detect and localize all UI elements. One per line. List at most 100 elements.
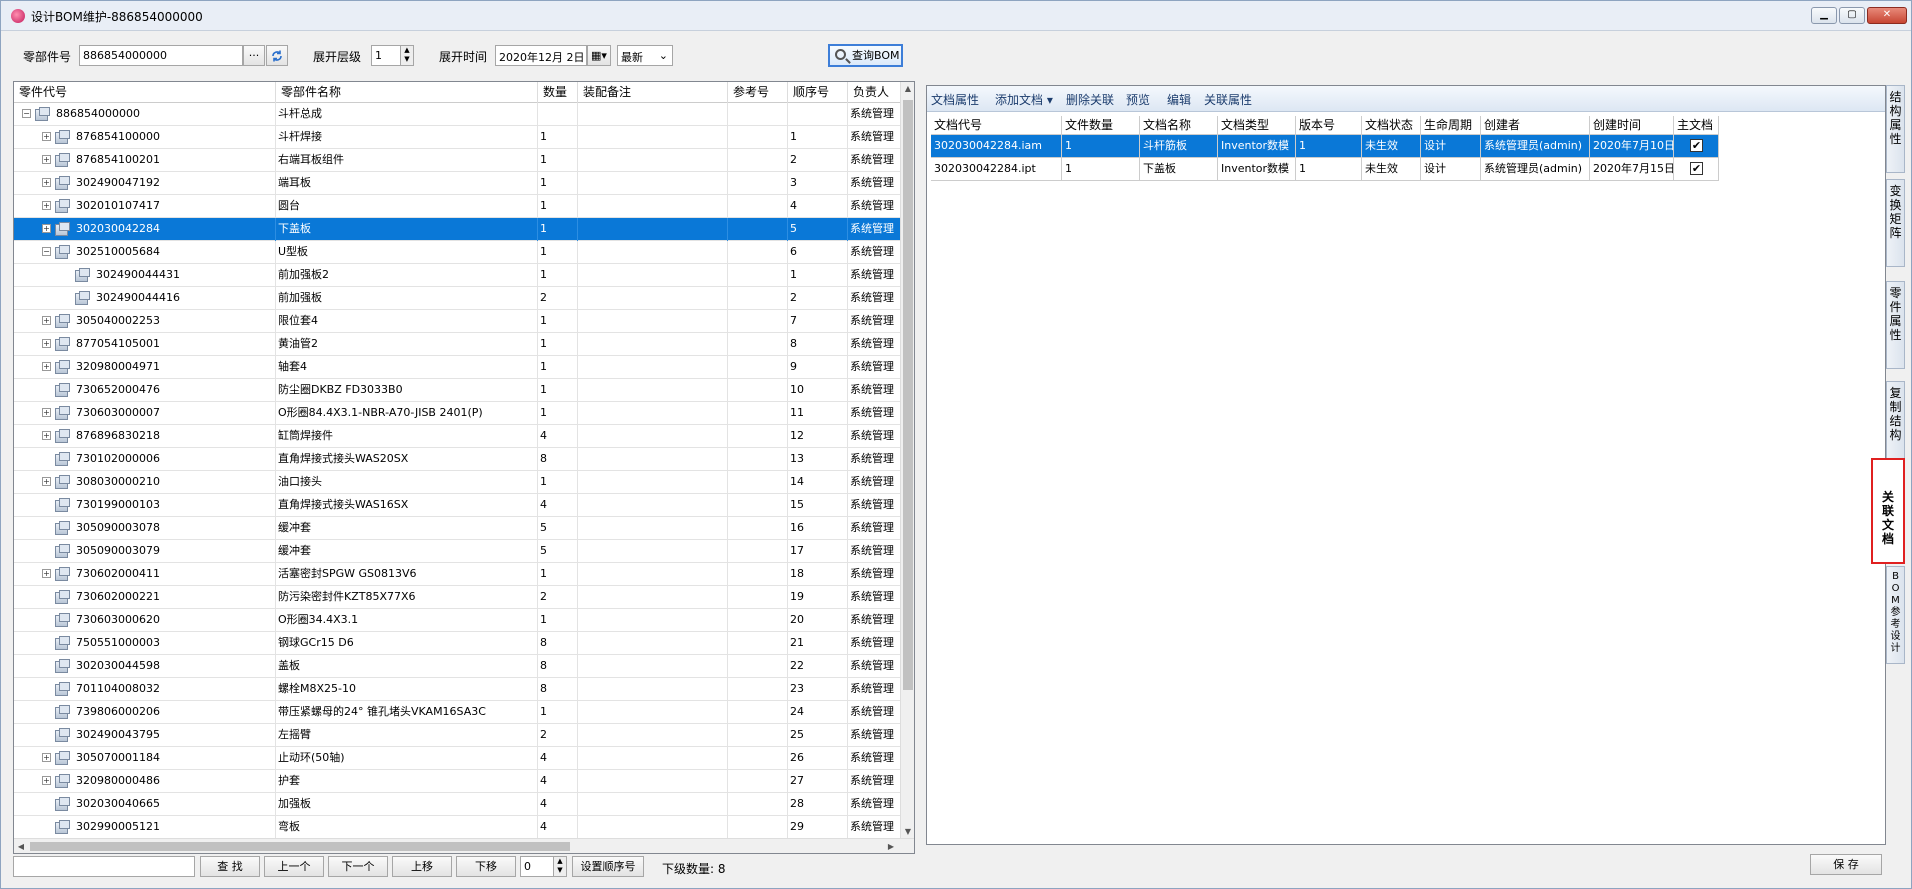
seq-input[interactable]: 0 [520, 856, 554, 877]
main-doc-checkbox[interactable]: ✔ [1690, 139, 1703, 152]
tree-row[interactable]: +320980000486 护套 4 27 系统管理 [14, 770, 902, 793]
tree-row[interactable]: − 302510005684 U型板 1 6 系统管理 [14, 241, 902, 264]
browse-button[interactable]: ··· [243, 45, 265, 66]
tab-structure-properties[interactable]: 结构属性 [1886, 85, 1905, 173]
query-bom-button[interactable]: 查询BOM [828, 44, 903, 67]
set-seq-button[interactable]: 设置顺序号 [572, 856, 644, 877]
tree-row[interactable]: 739806000206 带压紧螺母的24° 锥孔堵头VKAM16SA3C 1 24 系… [14, 701, 902, 724]
expand-icon[interactable]: + [42, 477, 51, 486]
collapse-icon[interactable]: − [22, 109, 31, 118]
tree-row[interactable]: 730199000103 直角焊接式接头WAS16SX 4 15 系统管理 [14, 494, 902, 517]
maximize-button[interactable]: ▢ [1839, 7, 1865, 24]
tree-row[interactable]: 302490044416 前加强板 2 2 系统管理 [14, 287, 902, 310]
tree-row[interactable]: +876854100201 右端耳板组件 1 2 系统管理 [14, 149, 902, 172]
preview-button[interactable]: 预览 [1126, 91, 1150, 108]
tree-row[interactable]: +877054105001 黄油管2 1 8 系统管理 [14, 333, 902, 356]
hscroll-thumb[interactable] [30, 842, 570, 851]
scroll-thumb[interactable] [903, 100, 913, 690]
expand-icon[interactable]: + [42, 155, 51, 164]
tree-row[interactable]: +302030042284 下盖板 1 5 系统管理 [14, 218, 902, 241]
tab-copy-structure[interactable]: 复制结构 [1886, 381, 1905, 461]
col-assembly-note[interactable]: 装配备注 [578, 82, 728, 103]
col-main-doc[interactable]: 主文档 [1674, 116, 1719, 135]
find-button[interactable]: 查 找 [200, 856, 260, 877]
expand-time-input[interactable]: 2020年12月 2日 [495, 45, 587, 66]
expand-icon[interactable]: + [42, 316, 51, 325]
expand-icon[interactable]: + [42, 569, 51, 578]
doc-row[interactable]: 302030042284.iam 1 斗杆筋板 Inventor数模 1 未生效 设计 系统管… [931, 135, 1719, 158]
tree-row[interactable]: 302490044431 前加强板2 1 1 系统管理 [14, 264, 902, 287]
expand-icon[interactable]: + [42, 132, 51, 141]
tree-row[interactable]: 305090003078 缓冲套 5 16 系统管理 [14, 517, 902, 540]
col-create-time[interactable]: 创建时间 [1590, 116, 1674, 135]
col-owner[interactable]: 负责人 [848, 82, 902, 103]
expand-level-input[interactable]: 1 [371, 45, 401, 66]
col-seq[interactable]: 顺序号 [788, 82, 848, 103]
tree-row[interactable]: 730652000476 防尘圈DKBZ FD3033B0 1 10 系统管理 [14, 379, 902, 402]
col-lifecycle[interactable]: 生命周期 [1421, 116, 1481, 135]
tree-row[interactable]: 750551000003 钢球GCr15 D6 8 21 系统管理 [14, 632, 902, 655]
tree-row[interactable]: 302030040665 加强板 4 28 系统管理 [14, 793, 902, 816]
close-button[interactable]: ✕ [1867, 7, 1907, 24]
save-button[interactable]: 保 存 [1810, 854, 1882, 875]
version-select[interactable]: 最新 ⌄ [617, 45, 673, 66]
minimize-button[interactable]: ▁ [1811, 7, 1837, 24]
remove-link-button[interactable]: 删除关联 [1066, 91, 1114, 108]
scroll-up-icon[interactable]: ▲ [901, 82, 914, 96]
scroll-down-icon[interactable]: ▼ [901, 825, 914, 839]
vertical-scrollbar[interactable]: ▲ ▼ [900, 82, 914, 839]
prev-button[interactable]: 上一个 [264, 856, 324, 877]
tab-bom-reference-design[interactable]: BOM参考设计 [1886, 566, 1905, 664]
col-creator[interactable]: 创建者 [1481, 116, 1590, 135]
expand-icon[interactable]: + [42, 431, 51, 440]
col-qty[interactable]: 数量 [538, 82, 578, 103]
doc-properties-button[interactable]: 文档属性 [931, 91, 979, 108]
col-doc-type[interactable]: 文档类型 [1218, 116, 1296, 135]
add-doc-button[interactable]: 添加文档 ▾ [995, 91, 1053, 108]
tree-row[interactable]: 302030044598 盖板 8 22 系统管理 [14, 655, 902, 678]
tree-row[interactable]: +320980004971 轴套4 1 9 系统管理 [14, 356, 902, 379]
find-input[interactable] [13, 856, 195, 877]
tree-row[interactable]: 730603000620 O形圈34.4X3.1 1 20 系统管理 [14, 609, 902, 632]
col-version[interactable]: 版本号 [1296, 116, 1362, 135]
tree-row[interactable]: 305090003079 缓冲套 5 17 系统管理 [14, 540, 902, 563]
col-part-code[interactable]: 零件代号 [14, 82, 276, 103]
expand-icon[interactable]: + [42, 339, 51, 348]
tree-row[interactable]: 701104008032 螺栓M8X25-10 8 23 系统管理 [14, 678, 902, 701]
link-properties-button[interactable]: 关联属性 [1204, 91, 1252, 108]
tree-row[interactable]: +302490047192 端耳板 1 3 系统管理 [14, 172, 902, 195]
col-doc-status[interactable]: 文档状态 [1362, 116, 1421, 135]
expand-level-stepper[interactable]: ▲ ▼ [400, 45, 414, 66]
col-ref-no[interactable]: 参考号 [728, 82, 788, 103]
tree-row[interactable]: +730602000411 活塞密封SPGW GS0813V6 1 18 系统管理 [14, 563, 902, 586]
col-part-name[interactable]: 零部件名称 [276, 82, 538, 103]
tree-row[interactable]: − 886854000000 斗杆总成 系统管理 [14, 103, 902, 126]
tree-row[interactable]: +730603000007 O形圈84.4X3.1-NBR-A70-JISB 24… [14, 402, 902, 425]
tab-part-properties[interactable]: 零件属性 [1886, 281, 1905, 369]
col-doc-name[interactable]: 文档名称 [1140, 116, 1218, 135]
col-file-count[interactable]: 文件数量 [1062, 116, 1140, 135]
tree-row[interactable]: +876896830218 缸筒焊接件 4 12 系统管理 [14, 425, 902, 448]
tree-row[interactable]: +876854100000 斗杆焊接 1 1 系统管理 [14, 126, 902, 149]
tree-row[interactable]: +305070001184 止动环(50轴) 4 26 系统管理 [14, 747, 902, 770]
calendar-dropdown-icon[interactable]: ▦▾ [587, 45, 611, 66]
tree-row[interactable]: 730102000006 直角焊接式接头WAS20SX 8 13 系统管理 [14, 448, 902, 471]
main-doc-checkbox[interactable]: ✔ [1690, 162, 1703, 175]
bom-tree-grid[interactable]: 零件代号 零部件名称 数量 装配备注 参考号 顺序号 负责人 − 88685400… [13, 81, 915, 854]
tree-row[interactable]: +305040002253 限位套4 1 7 系统管理 [14, 310, 902, 333]
edit-button[interactable]: 编辑 [1167, 91, 1191, 108]
collapse-icon[interactable]: − [42, 247, 51, 256]
tree-row[interactable]: 302490043795 左摇臂 2 25 系统管理 [14, 724, 902, 747]
tree-row[interactable]: +308030000210 油口接头 1 14 系统管理 [14, 471, 902, 494]
expand-icon[interactable]: + [42, 224, 51, 233]
tree-row[interactable]: +302010107417 圆台 1 4 系统管理 [14, 195, 902, 218]
horizontal-scrollbar[interactable]: ◀ ▶ [14, 838, 914, 853]
seq-stepper[interactable]: ▲ ▼ [553, 856, 567, 877]
tree-row[interactable]: 730602000221 防污染密封件KZT85X77X6 2 19 系统管理 [14, 586, 902, 609]
tab-transform-matrix[interactable]: 变换矩阵 [1886, 179, 1905, 267]
expand-icon[interactable]: + [42, 362, 51, 371]
tab-linked-docs[interactable]: 关联文档 [1871, 458, 1905, 564]
move-down-button[interactable]: 下移 [456, 856, 516, 877]
expand-icon[interactable]: + [42, 753, 51, 762]
expand-icon[interactable]: + [42, 178, 51, 187]
